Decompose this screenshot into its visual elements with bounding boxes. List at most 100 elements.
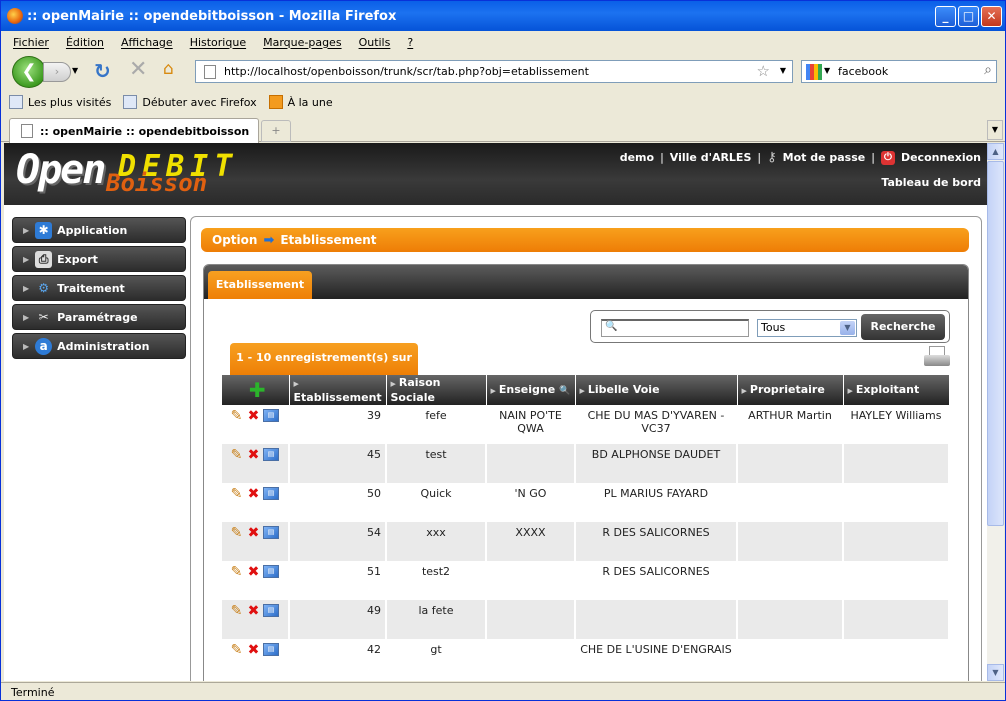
print-icon[interactable] (924, 346, 950, 370)
table-cell[interactable]: Quick (386, 483, 487, 522)
edit-icon[interactable]: ✎ (229, 409, 244, 424)
table-cell[interactable] (737, 600, 844, 639)
delete-icon[interactable]: ✖ (246, 487, 261, 502)
breadcrumb-option[interactable]: Option (212, 233, 257, 247)
column-header[interactable]: ▶ Etablissement (289, 375, 387, 405)
menu-fichier[interactable]: Fichier (13, 36, 49, 49)
scroll-up-icon[interactable]: ▲ (987, 143, 1004, 160)
stop-icon[interactable]: ✕ (129, 57, 147, 82)
edit-icon[interactable]: ✎ (229, 643, 244, 658)
table-cell[interactable]: 50 (289, 483, 387, 522)
app-logo[interactable]: Open DEBIT Boisson (16, 147, 232, 197)
search-field-select[interactable]: Tous ▼ (757, 319, 857, 337)
back-button[interactable]: ❮ (12, 56, 46, 88)
tab-etablissement[interactable]: Etablissement (208, 271, 312, 299)
delete-icon[interactable]: ✖ (246, 604, 261, 619)
password-link[interactable]: Mot de passe (783, 151, 866, 164)
dashboard-link[interactable]: Tableau de bord (881, 176, 981, 189)
scroll-thumb[interactable] (987, 161, 1004, 526)
minimize-button[interactable]: _ (935, 6, 956, 27)
table-cell[interactable]: test2 (386, 561, 487, 600)
table-cell[interactable] (486, 639, 576, 678)
table-cell[interactable]: 49 (289, 600, 387, 639)
scroll-down-icon[interactable]: ▼ (987, 664, 1004, 681)
table-cell[interactable]: CHE DE L'USINE D'ENGRAIS (575, 639, 738, 678)
sidebar-item-parametrage[interactable]: ▶ ✂ Paramétrage (12, 304, 186, 330)
copy-icon[interactable]: ▤ (263, 604, 279, 617)
column-header[interactable]: ▶ Exploitant (843, 375, 950, 405)
table-cell[interactable]: XXXX (486, 522, 576, 561)
column-header[interactable]: ▶ Enseigne 🔍 (486, 375, 576, 405)
table-cell[interactable] (737, 522, 844, 561)
menu-help[interactable]: ? (407, 36, 413, 49)
table-cell[interactable] (737, 483, 844, 522)
table-cell[interactable]: test (386, 444, 487, 483)
menu-outils[interactable]: Outils (359, 36, 391, 49)
forward-button[interactable]: › (43, 62, 71, 82)
menu-marque-pages[interactable]: Marque-pages (263, 36, 341, 49)
delete-icon[interactable]: ✖ (246, 448, 261, 463)
history-dropdown-icon[interactable]: ▼ (72, 66, 78, 75)
bookmark-getting-started[interactable]: Débuter avec Firefox (123, 95, 257, 109)
table-cell[interactable]: BD ALPHONSE DAUDET (575, 444, 738, 483)
vertical-scrollbar[interactable]: ▲ ▼ (987, 143, 1004, 681)
maximize-button[interactable]: □ (958, 6, 979, 27)
table-cell[interactable]: 42 (289, 639, 387, 678)
menu-edition[interactable]: Édition (66, 36, 104, 49)
column-header[interactable]: ▶ Proprietaire (737, 375, 844, 405)
table-cell[interactable]: PL MARIUS FAYARD (575, 483, 738, 522)
table-cell[interactable]: CHE DU MAS D'YVAREN - VC37 (575, 405, 738, 444)
delete-icon[interactable]: ✖ (246, 409, 261, 424)
table-cell[interactable]: xxx (386, 522, 487, 561)
table-cell[interactable]: fefe (386, 405, 487, 444)
column-header[interactable]: ▶ Libelle Voie (575, 375, 738, 405)
engine-dropdown-icon[interactable]: ▼ (824, 66, 830, 75)
table-cell[interactable]: R DES SALICORNES (575, 561, 738, 600)
table-cell[interactable] (575, 600, 738, 639)
search-button[interactable]: Recherche (861, 314, 945, 340)
add-record-button[interactable]: ✚ (222, 375, 290, 405)
home-icon[interactable]: ⌂ (163, 59, 174, 79)
bookmark-news[interactable]: À la une (268, 95, 333, 109)
edit-icon[interactable]: ✎ (229, 448, 244, 463)
table-cell[interactable] (843, 561, 950, 600)
tab-list-button[interactable]: ▼ (987, 120, 1003, 140)
sidebar-item-export[interactable]: ▶ ⎙ Export (12, 246, 186, 272)
sidebar-item-application[interactable]: ▶ ✱ Application (12, 217, 186, 243)
table-cell[interactable]: HAYLEY Williams (843, 405, 950, 444)
copy-icon[interactable]: ▤ (263, 409, 279, 422)
table-cell[interactable] (737, 639, 844, 678)
table-cell[interactable] (486, 600, 576, 639)
url-bar[interactable]: http://localhost/openboisson/trunk/scr/t… (195, 60, 793, 83)
table-cell[interactable] (737, 561, 844, 600)
edit-icon[interactable]: ✎ (229, 487, 244, 502)
table-cell[interactable]: gt (386, 639, 487, 678)
edit-icon[interactable]: ✎ (229, 604, 244, 619)
copy-icon[interactable]: ▤ (263, 565, 279, 578)
column-header[interactable]: ▶ Raison Sociale (386, 375, 487, 405)
sidebar-item-traitement[interactable]: ▶ ⚙ Traitement (12, 275, 186, 301)
menu-historique[interactable]: Historique (190, 36, 246, 49)
table-cell[interactable]: 54 (289, 522, 387, 561)
browser-search-input[interactable]: ▼ facebook ⌕ (801, 60, 997, 83)
browser-tab[interactable]: :: openMairie :: opendebitboisson (9, 118, 259, 143)
table-cell[interactable]: 51 (289, 561, 387, 600)
table-cell[interactable]: R DES SALICORNES (575, 522, 738, 561)
logout-link[interactable]: Deconnexion (901, 151, 981, 164)
table-cell[interactable]: ARTHUR Martin (737, 405, 844, 444)
table-cell[interactable]: 45 (289, 444, 387, 483)
google-icon[interactable] (806, 64, 822, 80)
table-cell[interactable] (843, 444, 950, 483)
table-cell[interactable] (843, 600, 950, 639)
table-cell[interactable]: NAIN PO'TE QWA (486, 405, 576, 444)
reload-icon[interactable]: ↻ (94, 59, 111, 83)
table-cell[interactable]: 39 (289, 405, 387, 444)
edit-icon[interactable]: ✎ (229, 526, 244, 541)
copy-icon[interactable]: ▤ (263, 487, 279, 500)
table-cell[interactable]: 'N GO (486, 483, 576, 522)
copy-icon[interactable]: ▤ (263, 526, 279, 539)
table-cell[interactable]: la fete (386, 600, 487, 639)
bookmark-star-icon[interactable]: ☆ (757, 62, 770, 80)
url-dropdown-icon[interactable]: ▼ (780, 66, 786, 75)
table-cell[interactable] (843, 522, 950, 561)
